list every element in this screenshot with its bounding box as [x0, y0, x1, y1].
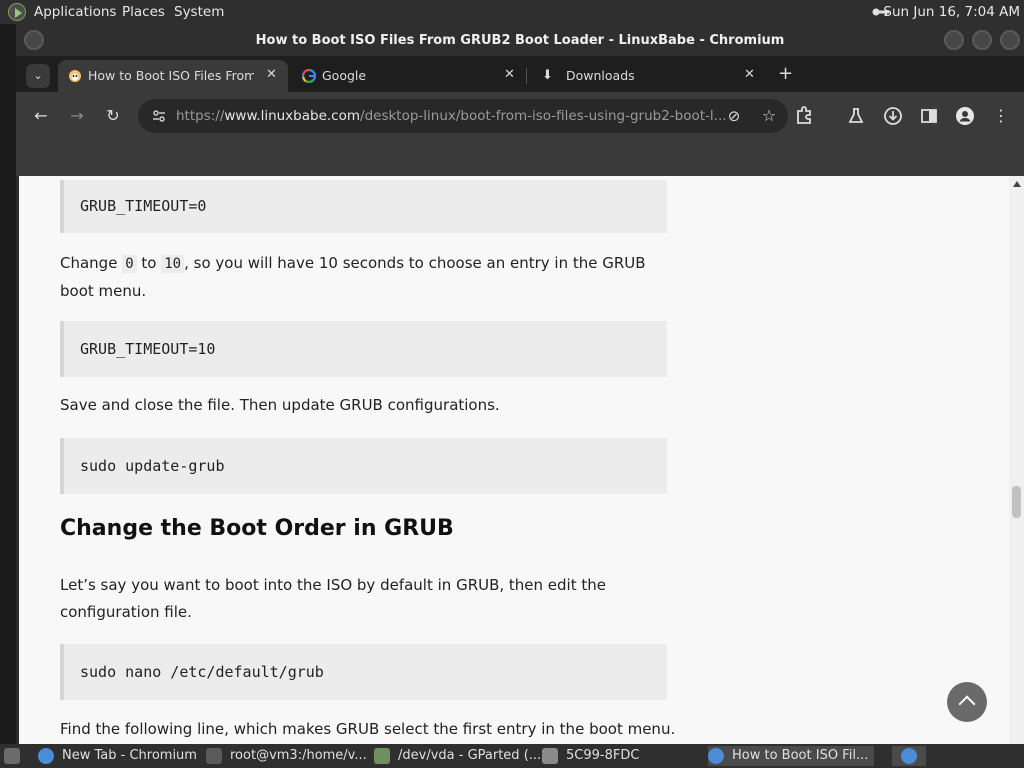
tab-search-button[interactable]: ⌄ [26, 64, 50, 88]
taskbar-item-gparted[interactable]: /dev/vda - GParted (... [374, 746, 542, 766]
tab-strip: ⌄ How to Boot ISO Files From GRUB2 ✕ Goo… [16, 56, 1024, 92]
system-logo-icon[interactable] [8, 3, 26, 21]
drive-icon [542, 748, 558, 764]
site-info-icon[interactable] [152, 109, 166, 123]
clock[interactable]: Sun Jun 16, 7:04 AM [883, 4, 1020, 20]
url-path: /desktop-linux/boot-from-iso-files-using… [360, 108, 727, 124]
tab-google[interactable]: Google ✕ [292, 60, 522, 92]
taskbar-item-linuxbabe[interactable]: How to Boot ISO Fil... [708, 746, 874, 766]
places-menu[interactable]: Places [122, 4, 165, 20]
side-panel-icon[interactable] [918, 105, 940, 127]
gparted-icon [374, 748, 390, 764]
tab-downloads[interactable]: ⬇ Downloads ✕ [532, 60, 762, 92]
code-block: sudo nano /etc/default/grub [60, 644, 667, 700]
forward-arrow-icon[interactable]: → [66, 105, 88, 127]
url-text: https://www.linuxbabe.com/desktop-linux/… [176, 108, 727, 124]
chromium-icon [708, 748, 724, 764]
kebab-menu-icon[interactable]: ⋮ [990, 105, 1012, 127]
tab-label: How to Boot ISO Files From GRUB2 [88, 68, 254, 83]
applications-menu[interactable]: Applications [34, 4, 116, 20]
scrollbar-thumb[interactable] [1012, 486, 1021, 518]
paragraph: Save and close the file. Then update GRU… [60, 396, 500, 414]
tab-label: Downloads [566, 68, 635, 83]
system-menu[interactable]: System [174, 4, 224, 20]
workspace-switcher[interactable] [892, 746, 926, 766]
tab-linuxbabe[interactable]: How to Boot ISO Files From GRUB2 ✕ [58, 60, 288, 92]
taskbar-label: 5C99-8FDC [566, 748, 640, 763]
download-icon: ⬇ [542, 68, 553, 83]
top-panel: Applications Places System Sun Jun 16, 7… [0, 0, 1024, 24]
window-titlebar[interactable]: How to Boot ISO Files From GRUB2 Boot Lo… [16, 24, 1024, 56]
page-content: GRUB_TIMEOUT=0 Change 0 to 10, so you wi… [19, 176, 1009, 744]
inline-code: 0 [122, 255, 137, 273]
close-tab-icon[interactable]: ✕ [504, 67, 515, 82]
reload-icon[interactable]: ↻ [102, 105, 124, 127]
chevron-down-icon: ⌄ [33, 69, 43, 82]
maximize-button[interactable] [972, 30, 992, 50]
close-tab-icon[interactable]: ✕ [744, 67, 755, 82]
chromium-icon [901, 748, 917, 764]
taskbar-item-newtab[interactable]: New Tab - Chromium [38, 746, 198, 766]
taskbar-label: /dev/vda - GParted (... [398, 748, 542, 763]
browser-window: How to Boot ISO Files From GRUB2 Boot Lo… [16, 24, 1024, 744]
back-arrow-icon[interactable]: ← [30, 105, 52, 127]
tab-separator [526, 68, 527, 84]
desktop-icon [4, 748, 20, 764]
code-block: sudo update-grub [60, 438, 667, 494]
code-block: GRUB_TIMEOUT=10 [60, 321, 667, 377]
taskbar-item-volume[interactable]: 5C99-8FDC [542, 746, 702, 766]
scroll-up-arrow-icon[interactable] [1013, 181, 1021, 187]
page-scrollbar[interactable] [1009, 176, 1024, 744]
taskbar-label: root@vm3:/home/v... [230, 748, 367, 763]
paragraph: Let’s say you want to boot into the ISO … [60, 576, 606, 621]
desktop-edge [0, 24, 16, 744]
bookmark-star-icon[interactable]: ☆ [758, 105, 780, 127]
browser-toolbar: ← → ↻ https://www.linuxbabe.com/desktop-… [16, 92, 1024, 140]
bookmarks-strip [16, 140, 1024, 176]
minimize-button[interactable] [944, 30, 964, 50]
tab-label: Google [322, 68, 367, 83]
taskbar-label: How to Boot ISO Fil... [732, 748, 869, 763]
code-block: GRUB_TIMEOUT=0 [60, 180, 667, 233]
show-desktop-button[interactable] [4, 746, 24, 766]
extensions-icon[interactable] [793, 105, 815, 127]
paragraph: Change 0 to 10, so you will have 10 seco… [60, 250, 680, 305]
labs-flask-icon[interactable] [845, 105, 867, 127]
address-bar[interactable]: https://www.linuxbabe.com/desktop-linux/… [138, 99, 788, 133]
new-tab-button[interactable]: + [778, 65, 793, 83]
chromium-icon [38, 748, 54, 764]
paragraph: Find the following line, which makes GRU… [60, 720, 676, 738]
inline-code: 10 [161, 255, 185, 273]
linuxbabe-favicon-icon [69, 70, 81, 82]
profile-avatar-icon[interactable] [954, 105, 976, 127]
google-favicon-icon [302, 69, 316, 83]
close-window-button[interactable] [1000, 30, 1020, 50]
download-status-icon[interactable] [882, 105, 904, 127]
window-title: How to Boot ISO Files From GRUB2 Boot Lo… [255, 33, 785, 48]
taskbar: New Tab - Chromium root@vm3:/home/v... /… [0, 744, 1024, 768]
url-scheme: https:// [176, 108, 225, 124]
eye-slash-icon[interactable]: ⊘ [723, 105, 745, 127]
terminal-icon [206, 748, 222, 764]
taskbar-label: New Tab - Chromium [62, 748, 197, 763]
scroll-to-top-button[interactable] [947, 682, 987, 722]
url-host: www.linuxbabe.com [224, 108, 361, 124]
text: Change [60, 254, 123, 272]
taskbar-item-terminal[interactable]: root@vm3:/home/v... [206, 746, 368, 766]
section-heading: Change the Boot Order in GRUB [60, 516, 454, 541]
close-tab-icon[interactable]: ✕ [266, 67, 277, 82]
text: to [136, 254, 162, 272]
